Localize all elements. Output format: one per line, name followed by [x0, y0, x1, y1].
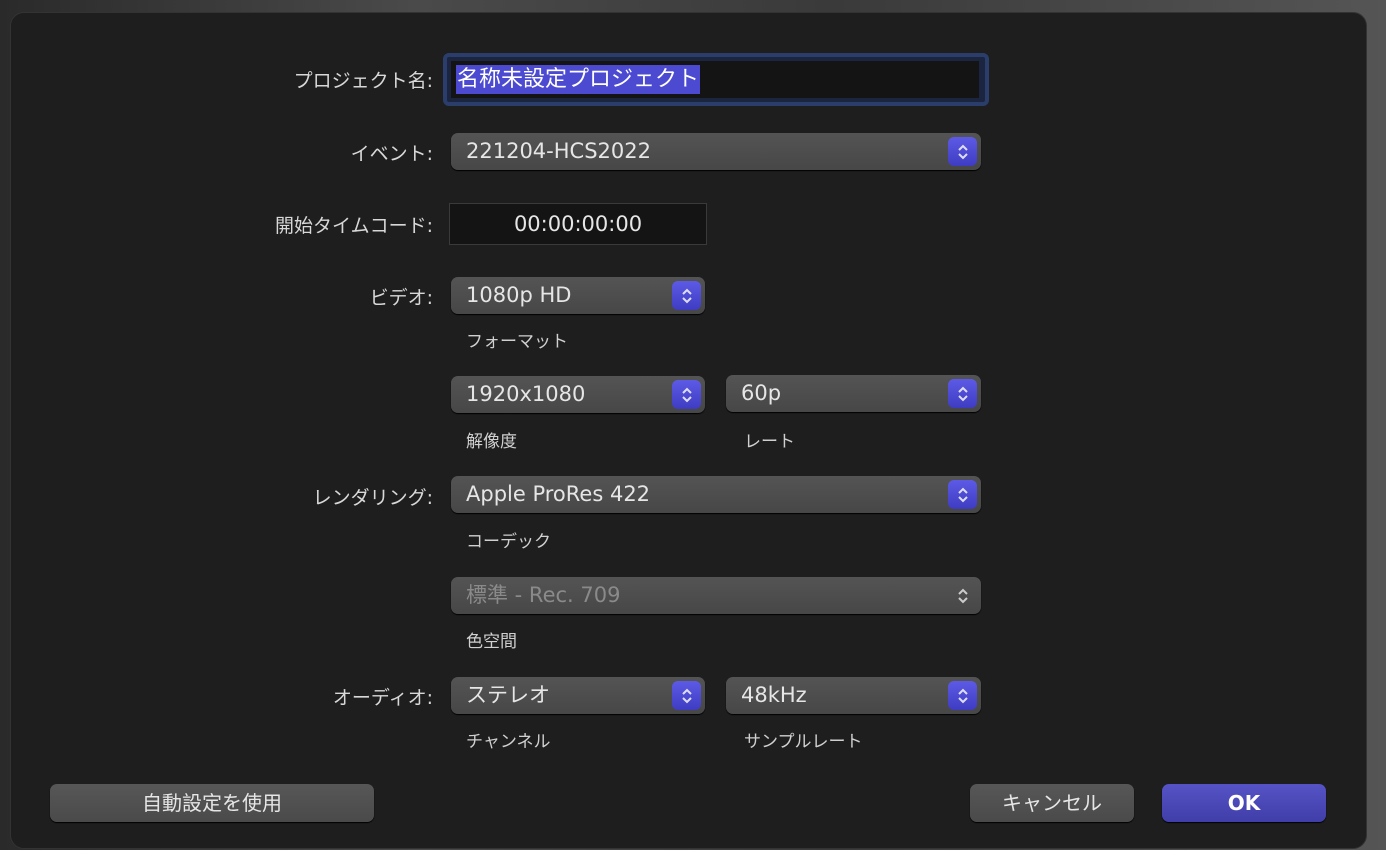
- rendering-label: レンダリング:: [312, 487, 433, 509]
- chevron-updown-icon: [948, 681, 977, 710]
- use-automatic-settings-button[interactable]: 自動設定を使用: [50, 784, 374, 822]
- audio-label: オーディオ:: [332, 687, 433, 709]
- resolution-popup[interactable]: 1920x1080: [451, 376, 705, 413]
- resolution-value: 1920x1080: [466, 382, 586, 406]
- codec-value: Apple ProRes 422: [466, 482, 651, 506]
- sample-rate-caption: サンプルレート: [744, 732, 863, 752]
- rate-caption: レート: [744, 432, 795, 452]
- format-caption: フォーマット: [466, 332, 568, 352]
- channels-caption: チャンネル: [466, 732, 551, 752]
- codec-popup[interactable]: Apple ProRes 422: [451, 476, 981, 513]
- channels-value: ステレオ: [466, 683, 550, 707]
- event-label: イベント:: [350, 143, 433, 165]
- video-label: ビデオ:: [369, 287, 433, 309]
- timecode-label: 開始タイムコード:: [274, 215, 433, 237]
- event-popup[interactable]: 221204-HCS2022: [451, 133, 981, 170]
- sample-rate-popup[interactable]: 48kHz: [726, 677, 981, 714]
- timecode-field[interactable]: 00:00:00:00: [449, 203, 707, 245]
- color-space-caption: 色空間: [466, 632, 517, 652]
- event-value: 221204-HCS2022: [466, 139, 651, 163]
- rate-popup[interactable]: 60p: [726, 375, 981, 412]
- project-name-input[interactable]: 名称未設定プロジェクト: [451, 61, 979, 98]
- chevron-updown-icon: [672, 380, 701, 409]
- chevron-updown-icon: [948, 379, 977, 408]
- chevron-updown-icon: [672, 281, 701, 310]
- resolution-caption: 解像度: [466, 432, 517, 452]
- sample-rate-value: 48kHz: [741, 683, 807, 707]
- audio-channels-popup[interactable]: ステレオ: [451, 677, 705, 714]
- chevron-updown-icon: [948, 480, 977, 509]
- color-space-popup: 標準 - Rec. 709: [451, 577, 981, 614]
- chevron-updown-icon: [948, 581, 977, 610]
- chevron-updown-icon: [948, 137, 977, 166]
- chevron-updown-icon: [672, 681, 701, 710]
- color-space-value: 標準 - Rec. 709: [466, 583, 621, 607]
- rate-value: 60p: [741, 381, 782, 405]
- video-format-popup[interactable]: 1080p HD: [451, 277, 705, 314]
- cancel-button[interactable]: キャンセル: [970, 784, 1134, 822]
- project-name-label: プロジェクト名:: [293, 70, 433, 92]
- codec-caption: コーデック: [466, 532, 551, 552]
- ok-button[interactable]: OK: [1162, 784, 1326, 822]
- project-name-value: 名称未設定プロジェクト: [456, 65, 701, 94]
- video-format-value: 1080p HD: [466, 283, 572, 307]
